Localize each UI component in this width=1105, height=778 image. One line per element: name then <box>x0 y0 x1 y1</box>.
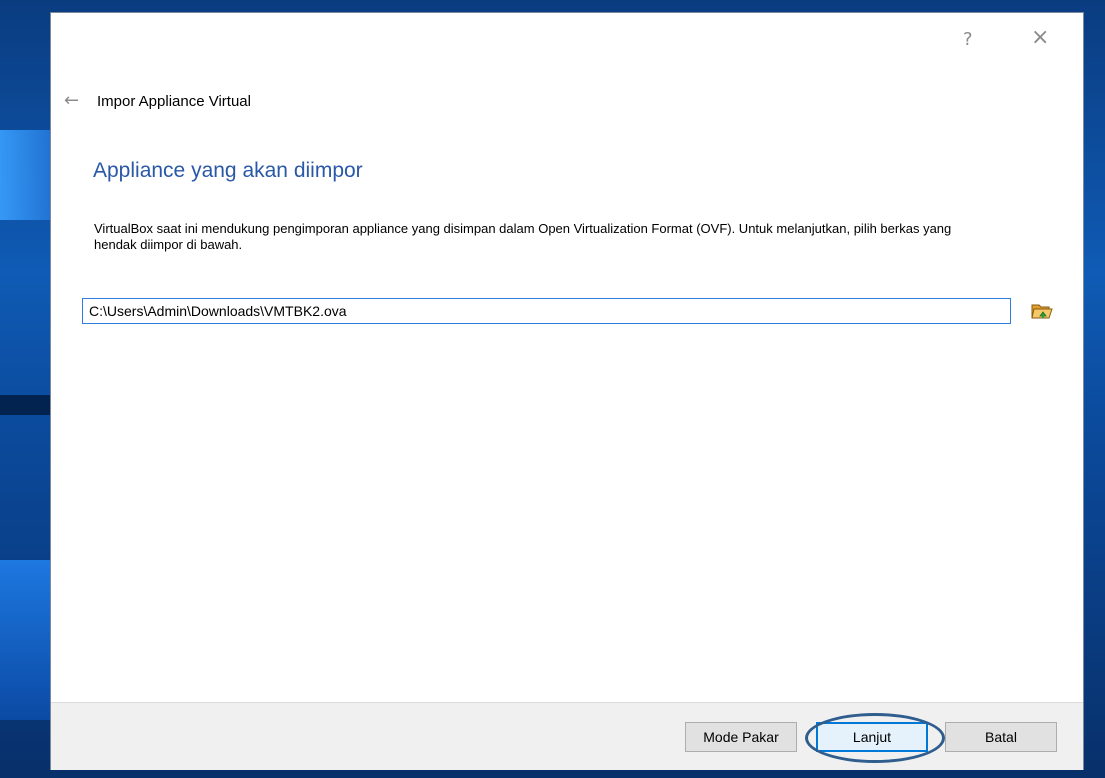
page-description: VirtualBox saat ini mendukung pengimpora… <box>94 221 952 252</box>
wizard-title: Impor Appliance Virtual <box>97 93 251 110</box>
back-arrow-icon[interactable]: ← <box>64 90 79 111</box>
page-heading: Appliance yang akan diimpor <box>93 159 363 182</box>
close-button[interactable]: × <box>1031 25 1049 50</box>
expert-mode-button[interactable]: Mode Pakar <box>685 722 797 752</box>
file-path-input[interactable] <box>82 298 1011 324</box>
folder-open-icon[interactable] <box>1031 301 1053 321</box>
next-button[interactable]: Lanjut <box>816 722 928 752</box>
cancel-button[interactable]: Batal <box>945 722 1057 752</box>
dialog-footer: Mode Pakar Lanjut Batal <box>51 702 1083 770</box>
import-appliance-dialog: ? × ← Impor Appliance Virtual Appliance … <box>50 12 1084 770</box>
help-button[interactable]: ? <box>963 29 973 50</box>
